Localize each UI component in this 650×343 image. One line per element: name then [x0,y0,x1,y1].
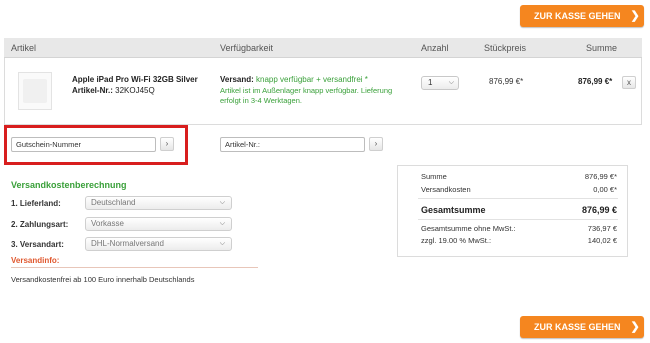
shipping-info-text: Versandkostenfrei ab 100 Euro innerhalb … [11,275,195,284]
close-icon: x [627,78,631,87]
remove-item-button[interactable]: x [622,76,636,89]
product-name[interactable]: Apple iPad Pro Wi-Fi 32GB Silver [72,75,198,84]
shipping-label: Versand: [220,75,254,84]
line-sum: 876,99 €* [578,77,613,86]
unit-price: 876,99 €* [489,77,524,86]
summary-divider [418,198,618,199]
availability-note-2: erfolgt in 3-4 Werktagen. [220,96,302,105]
shipping-method-select[interactable]: DHL-Normalversand ⌵ [85,237,232,251]
coupon-highlight-frame [4,125,188,165]
payment-label: 2. Zahlungsart: [11,220,69,229]
product-sku: 32KOJ45Q [115,86,155,95]
payment-select[interactable]: Vorkasse ⌵ [85,217,232,231]
shipping-info-title: Versandinfo: [11,256,60,265]
chevron-down-icon: ⌵ [219,240,225,247]
product-thumbnail[interactable] [18,72,52,110]
summary-net-value: 736,97 € [587,224,617,233]
chevron-right-icon: ❯ [630,321,640,333]
summary-vat-value: 140,02 € [587,236,617,245]
header-sum: Summe [585,43,617,53]
summary-total-label: Gesamtsumme [421,205,486,215]
country-select[interactable]: Deutschland ⌵ [85,196,232,210]
chevron-down-icon: ⌵ [219,199,225,206]
chevron-right-icon: ❯ [630,10,640,22]
summary-total-value: 876,99 € [581,205,617,215]
checkout-button-bottom[interactable]: ZUR KASSE GEHEN ❯ [520,316,644,338]
header-availability: Verfügbarkeit [220,43,274,53]
header-quantity: Anzahl [421,43,449,53]
cart-table-header [4,38,642,58]
quantity-select[interactable]: 1 ⌵ [421,76,459,90]
shipping-info-divider [11,267,258,268]
summary-divider [418,219,618,220]
quantity-value: 1 [428,78,433,87]
chevron-right-icon: › [374,139,378,148]
product-sku-line: Artikel-Nr.: 32KOJ45Q [72,86,155,95]
shipping-calc-title: Versandkostenberechnung [11,180,127,190]
summary-sum-label: Summe [421,172,447,181]
shipping-status: knapp verfügbar + versandfrei * [256,75,368,84]
summary-vat-label: zzgl. 19.00 % MwSt.: [421,236,492,245]
checkout-button-top[interactable]: ZUR KASSE GEHEN ❯ [520,5,644,27]
checkout-button-label: ZUR KASSE GEHEN [534,11,621,21]
country-value: Deutschland [91,198,136,207]
chevron-down-icon: ⌵ [448,79,454,86]
summary-sum-value: 876,99 €* [584,172,617,181]
country-label: 1. Lieferland: [11,199,61,208]
product-image-placeholder [23,79,47,103]
summary-net-label: Gesamtsumme ohne MwSt.: [421,224,516,233]
article-number-submit-button[interactable]: › [369,137,383,151]
method-value: DHL-Normalversand [91,239,164,248]
header-article: Artikel [11,43,37,53]
checkout-button-label: ZUR KASSE GEHEN [534,322,621,332]
article-number-input[interactable]: Artikel-Nr.: [220,137,365,152]
header-unit-price: Stückpreis [484,43,527,53]
product-sku-label: Artikel-Nr.: [72,86,113,95]
payment-value: Vorkasse [91,219,124,228]
summary-shipping-label: Versandkosten [421,185,471,194]
method-label: 3. Versandart: [11,240,64,249]
availability-note-1: Artikel ist im Außenlager knapp verfügba… [220,86,393,95]
chevron-down-icon: ⌵ [219,220,225,227]
availability-line: Versand: knapp verfügbar + versandfrei * [220,75,368,84]
summary-shipping-value: 0,00 €* [593,185,617,194]
